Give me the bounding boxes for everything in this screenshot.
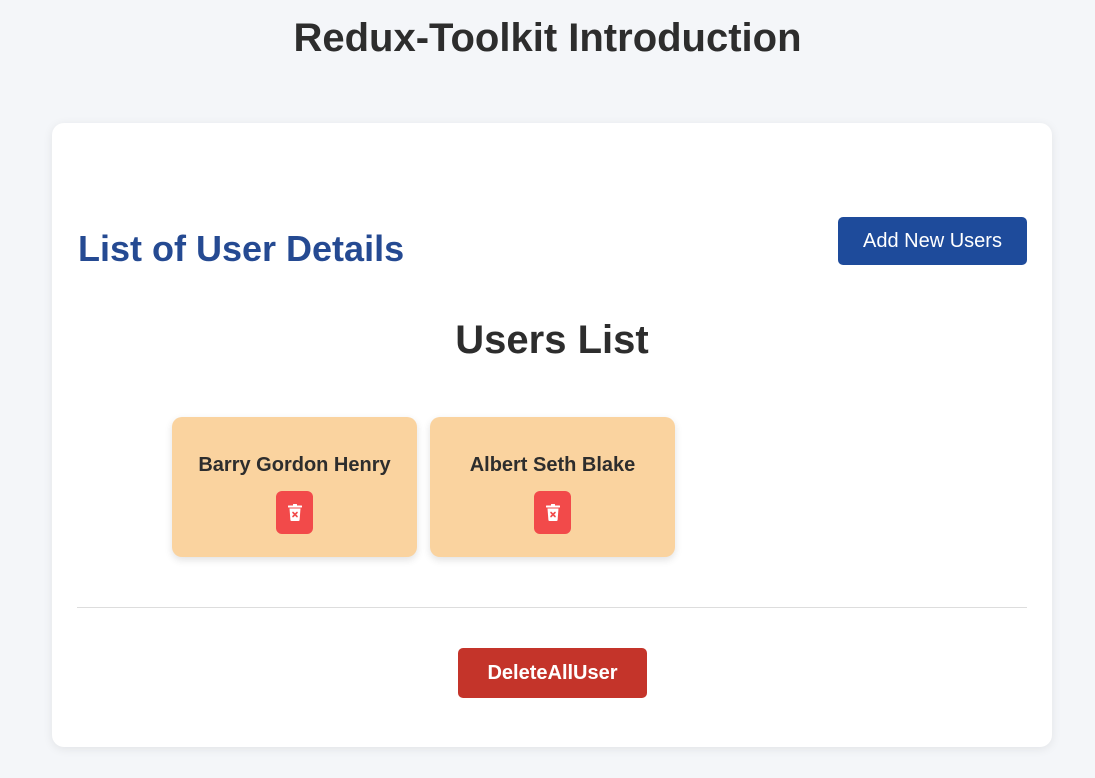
page-title: Redux-Toolkit Introduction: [293, 16, 802, 60]
trash-icon: [545, 504, 560, 521]
user-list: Barry Gordon Henry Albert Seth Blake: [172, 417, 675, 557]
trash-icon: [287, 504, 302, 521]
section-title: List of User Details: [78, 228, 405, 269]
delete-user-button[interactable]: [534, 491, 571, 534]
user-details-panel: List of User Details Add New Users Users…: [52, 123, 1052, 747]
users-list-title: Users List: [455, 318, 649, 362]
delete-user-button[interactable]: [276, 491, 313, 534]
delete-all-users-button[interactable]: DeleteAllUser: [458, 648, 647, 698]
user-name: Albert Seth Blake: [469, 454, 636, 476]
add-new-users-button[interactable]: Add New Users: [838, 217, 1027, 265]
user-name: Barry Gordon Henry: [198, 454, 391, 476]
user-card: Barry Gordon Henry: [172, 417, 417, 557]
divider: [77, 607, 1027, 608]
user-card: Albert Seth Blake: [430, 417, 675, 557]
